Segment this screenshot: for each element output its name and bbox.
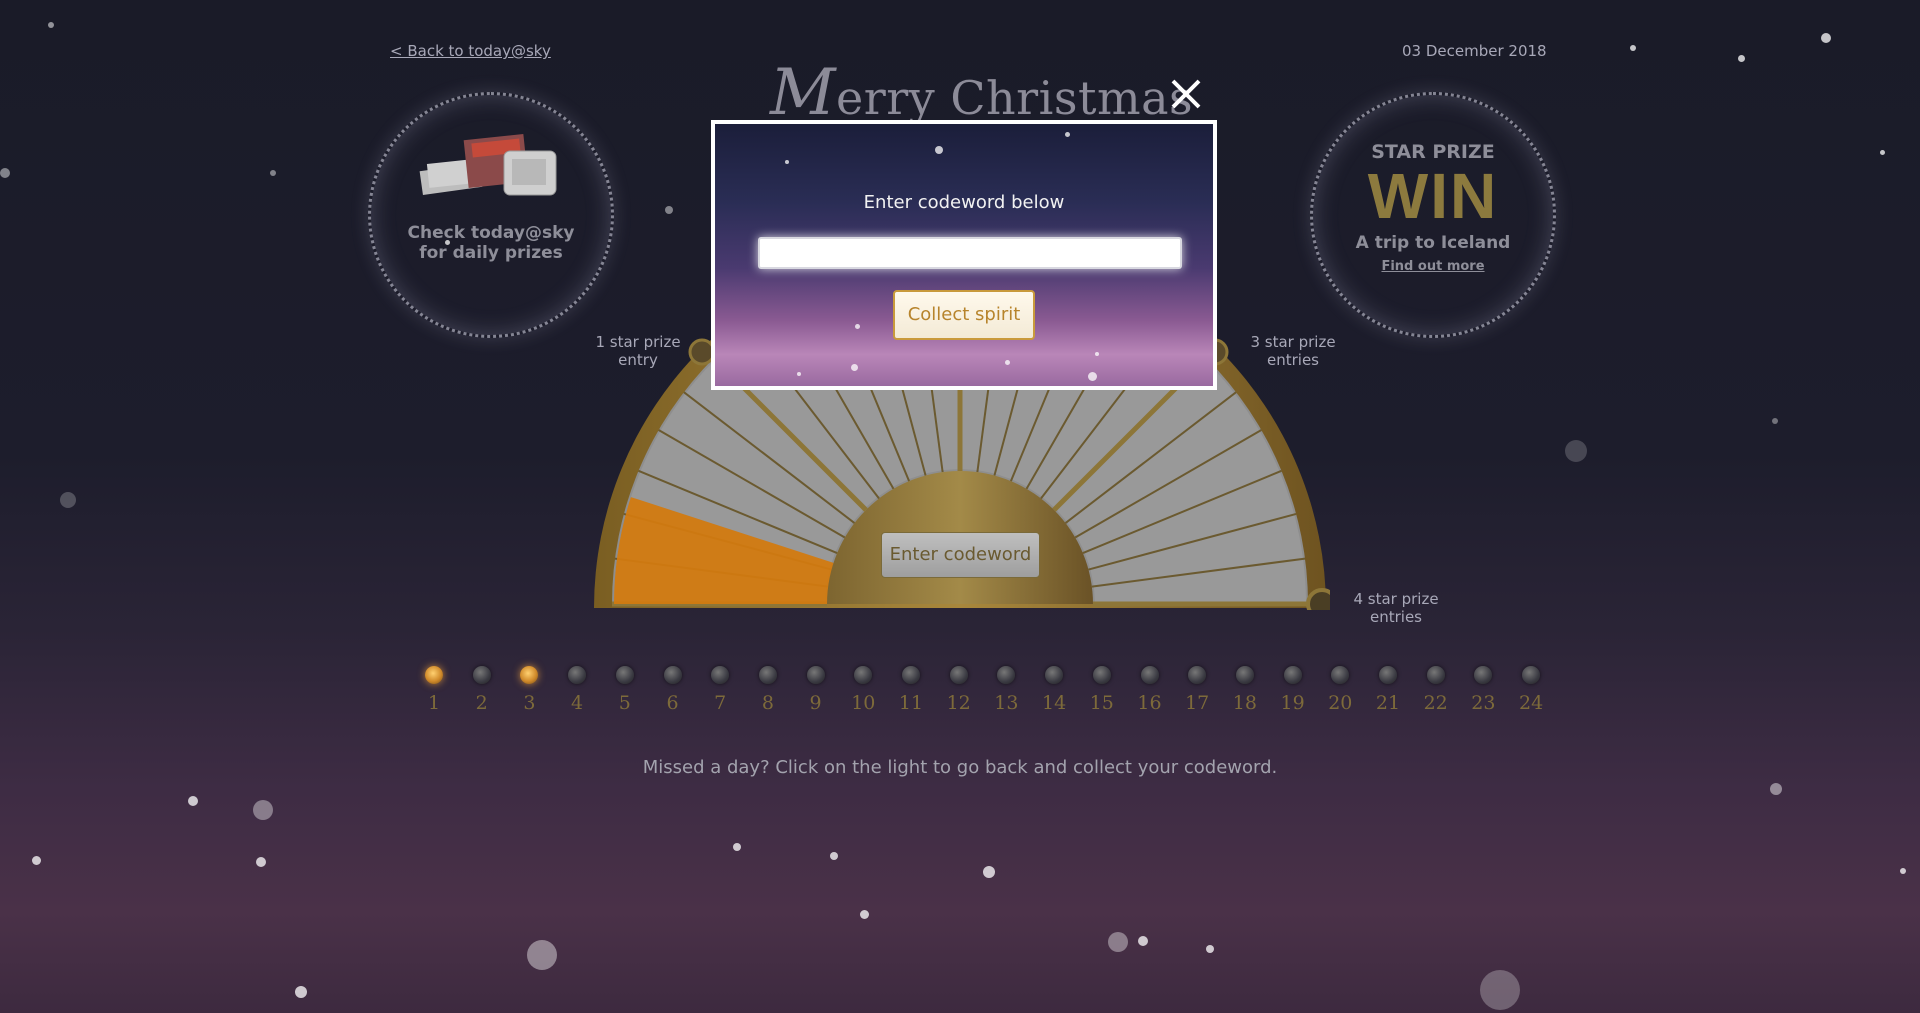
day-number[interactable]: 1: [414, 692, 454, 714]
close-icon[interactable]: [1168, 76, 1204, 112]
win-headline: WIN: [1367, 160, 1499, 232]
day-23[interactable]: 23: [1463, 666, 1503, 714]
day-7[interactable]: 7: [700, 666, 740, 714]
day-number[interactable]: 7: [700, 692, 740, 714]
day-light[interactable]: [1474, 666, 1493, 684]
day-number[interactable]: 15: [1082, 692, 1122, 714]
day-light[interactable]: [1092, 666, 1111, 684]
day-15[interactable]: 15: [1082, 666, 1122, 714]
day-light[interactable]: [949, 666, 968, 684]
title-rest: erry Christmas: [836, 71, 1194, 125]
missed-day-hint: Missed a day? Click on the light to go b…: [642, 757, 1278, 778]
day-light[interactable]: [1522, 666, 1541, 684]
day-number[interactable]: 2: [462, 692, 502, 714]
prize-subtitle: A trip to Iceland: [1355, 233, 1511, 253]
day-number[interactable]: 13: [986, 692, 1026, 714]
title-initial: M: [770, 56, 837, 130]
day-13[interactable]: 13: [986, 666, 1026, 714]
day-light[interactable]: [1045, 666, 1064, 684]
day-8[interactable]: 8: [748, 666, 788, 714]
day-number[interactable]: 10: [843, 692, 883, 714]
day-light[interactable]: [997, 666, 1016, 684]
daily-prizes-promo[interactable]: Check today@sky for daily prizes: [368, 92, 614, 338]
day-light[interactable]: [758, 666, 777, 684]
find-out-more-link[interactable]: Find out more: [1333, 259, 1533, 274]
day-number[interactable]: 8: [748, 692, 788, 714]
day-light[interactable]: [1379, 666, 1397, 684]
day-17[interactable]: 17: [1177, 666, 1217, 714]
promo-line-2: for daily prizes: [419, 243, 563, 263]
day-number[interactable]: 9: [796, 692, 836, 714]
day-2[interactable]: 2: [462, 666, 502, 714]
day-number[interactable]: 17: [1177, 692, 1217, 714]
collect-spirit-button[interactable]: Collect spirit: [893, 290, 1035, 340]
day-number[interactable]: 20: [1320, 692, 1360, 714]
day-light[interactable]: [806, 666, 825, 684]
day-number[interactable]: 23: [1463, 692, 1503, 714]
day-14[interactable]: 14: [1034, 666, 1074, 714]
day-light[interactable]: [1331, 666, 1350, 684]
current-date: 03 December 2018: [1402, 42, 1547, 60]
day-24[interactable]: 24: [1511, 666, 1551, 714]
promo-line-1: Check today@sky: [407, 223, 575, 243]
day-number[interactable]: 11: [891, 692, 931, 714]
codeword-input[interactable]: [758, 237, 1182, 269]
day-10[interactable]: 10: [843, 666, 883, 714]
back-to-today-link[interactable]: < Back to today@sky: [390, 42, 551, 60]
day-number[interactable]: 3: [509, 692, 549, 714]
modal-title: Enter codeword below: [863, 192, 1065, 213]
day-number[interactable]: 14: [1034, 692, 1074, 714]
day-number[interactable]: 22: [1416, 692, 1456, 714]
day-number[interactable]: 5: [605, 692, 645, 714]
day-1[interactable]: 1: [414, 666, 454, 714]
enter-codeword-button[interactable]: Enter codeword: [881, 532, 1040, 578]
day-light[interactable]: [902, 666, 920, 684]
day-light[interactable]: [568, 666, 587, 684]
day-light[interactable]: [1235, 666, 1254, 684]
day-9[interactable]: 9: [796, 666, 836, 714]
day-4[interactable]: 4: [557, 666, 597, 714]
day-number[interactable]: 4: [557, 692, 597, 714]
day-6[interactable]: 6: [653, 666, 693, 714]
day-3[interactable]: 3: [509, 666, 549, 714]
day-light[interactable]: [711, 666, 730, 684]
day-20[interactable]: 20: [1320, 666, 1360, 714]
day-18[interactable]: 18: [1225, 666, 1265, 714]
day-light[interactable]: [1426, 666, 1445, 684]
day-number[interactable]: 12: [939, 692, 979, 714]
day-light[interactable]: [854, 666, 873, 684]
day-11[interactable]: 11: [891, 666, 931, 714]
page-title: Merry Christmas: [770, 56, 1193, 130]
prizes-image: [419, 133, 557, 196]
day-light[interactable]: [663, 666, 682, 684]
day-number[interactable]: 19: [1273, 692, 1313, 714]
day-light[interactable]: [520, 666, 539, 684]
advent-day-row: 1 2 3 4 5 6 7 8 9 10 11 12 13 14 15 16 17 18 19 20 21 22 23 24: [400, 666, 1543, 726]
day-21[interactable]: 21: [1368, 666, 1408, 714]
day-16[interactable]: 16: [1130, 666, 1170, 714]
day-light[interactable]: [1283, 666, 1302, 684]
day-number[interactable]: 18: [1225, 692, 1265, 714]
day-number[interactable]: 6: [653, 692, 693, 714]
day-light[interactable]: [472, 666, 491, 684]
day-5[interactable]: 5: [605, 666, 645, 714]
day-19[interactable]: 19: [1273, 666, 1313, 714]
day-light[interactable]: [615, 666, 634, 684]
day-number[interactable]: 21: [1368, 692, 1408, 714]
day-22[interactable]: 22: [1416, 666, 1456, 714]
codeword-modal: Enter codeword below Collect spirit: [711, 120, 1217, 390]
day-12[interactable]: 12: [939, 666, 979, 714]
day-light[interactable]: [425, 666, 443, 684]
day-light[interactable]: [1188, 666, 1207, 684]
star-prize-promo: STAR PRIZE WIN A trip to Iceland Find ou…: [1310, 92, 1556, 338]
meter-label-4-star: 4 star prize entries: [1353, 590, 1439, 626]
day-number[interactable]: 24: [1511, 692, 1551, 714]
day-light[interactable]: [1140, 666, 1159, 684]
day-number[interactable]: 16: [1130, 692, 1170, 714]
